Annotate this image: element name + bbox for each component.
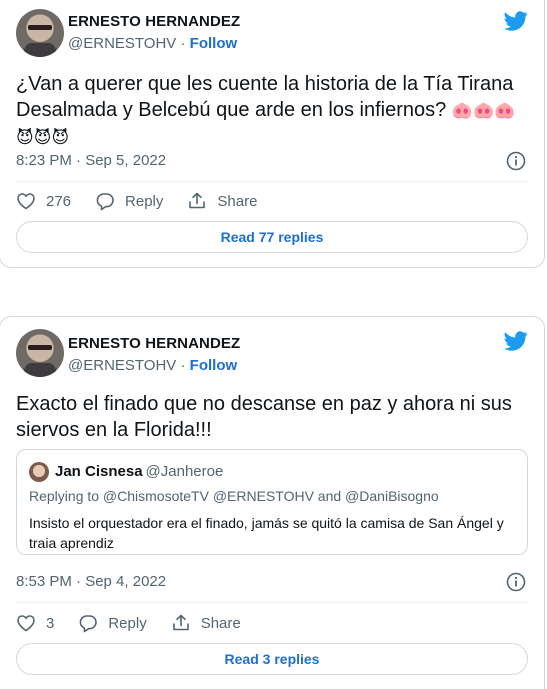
share-button[interactable]: Share xyxy=(187,191,257,211)
reply-label: Reply xyxy=(108,614,147,632)
quote-avatar[interactable] xyxy=(29,462,49,482)
quote-author-name[interactable]: Jan Cisnesa xyxy=(55,463,143,480)
share-label: Share xyxy=(217,192,258,210)
tweet-text: Exacto el finado que no descanse en paz … xyxy=(16,393,512,441)
info-icon[interactable] xyxy=(506,572,526,592)
separator: · xyxy=(180,35,186,52)
divider xyxy=(16,181,528,182)
author-handle[interactable]: @ERNESTOHV xyxy=(68,357,176,374)
tweet-card-1: ERNESTO HERNANDEZ @ERNESTOHV · Follow ¿V… xyxy=(0,0,545,268)
share-icon xyxy=(189,192,206,209)
reply-button[interactable]: Reply xyxy=(78,613,147,633)
author-handle-row: @ERNESTOHV · Follow xyxy=(68,357,237,374)
tweet-body: ¿Van a querer que les cuente la historia… xyxy=(16,73,514,121)
author-handle-row: @ERNESTOHV · Follow xyxy=(68,35,237,52)
follow-button[interactable]: Follow xyxy=(190,35,238,52)
quote-author: Jan Cisnesa @Janheroe xyxy=(55,463,223,480)
author-name[interactable]: ERNESTO HERNANDEZ xyxy=(68,13,240,30)
info-icon[interactable] xyxy=(506,151,526,171)
follow-button[interactable]: Follow xyxy=(190,357,238,374)
reply-label: Reply xyxy=(125,192,164,210)
heart-icon xyxy=(17,193,35,210)
like-count: 3 xyxy=(46,614,55,632)
twitter-bird-icon[interactable] xyxy=(504,9,528,33)
share-icon xyxy=(172,614,189,631)
timestamp[interactable]: 8:53 PM · Sep 4, 2022 xyxy=(16,573,166,590)
reply-icon xyxy=(79,615,98,633)
quoted-tweet[interactable]: Jan Cisnesa @Janheroe Replying to @Chismo… xyxy=(16,449,528,555)
divider xyxy=(16,602,528,603)
reply-icon xyxy=(96,193,114,211)
tweet-card-2: ERNESTO HERNANDEZ @ERNESTOHV · Follow Ex… xyxy=(0,316,545,689)
avatar[interactable] xyxy=(16,329,64,377)
author-name[interactable]: ERNESTO HERNANDEZ xyxy=(68,335,240,352)
author-handle[interactable]: @ERNESTOHV xyxy=(68,35,176,52)
read-replies-button[interactable]: Read 77 replies xyxy=(16,221,528,253)
quote-author-handle[interactable]: @Janheroe xyxy=(146,463,224,480)
timestamp[interactable]: 8:23 PM · Sep 5, 2022 xyxy=(16,152,166,169)
separator: · xyxy=(180,357,186,374)
quote-text: Insisto el orquestador era el finado, ja… xyxy=(29,515,504,551)
share-label: Share xyxy=(200,614,241,632)
heart-icon xyxy=(17,615,35,632)
like-button[interactable]: 276 xyxy=(16,191,71,211)
like-button[interactable]: 3 xyxy=(16,613,54,633)
share-button[interactable]: Share xyxy=(171,613,241,633)
reply-button[interactable]: Reply xyxy=(95,191,163,211)
like-count: 276 xyxy=(46,192,72,210)
avatar[interactable] xyxy=(16,9,64,57)
tweet-text: ¿Van a querer que les cuente la historia… xyxy=(16,71,530,151)
action-bar: 3 Reply Share xyxy=(16,613,265,633)
replying-to: Replying to @ChismosoteTV @ERNESTOHV and… xyxy=(29,488,439,504)
twitter-bird-icon[interactable] xyxy=(504,329,528,353)
read-replies-button[interactable]: Read 3 replies xyxy=(16,643,528,675)
action-bar: 276 Reply Share xyxy=(16,191,281,211)
